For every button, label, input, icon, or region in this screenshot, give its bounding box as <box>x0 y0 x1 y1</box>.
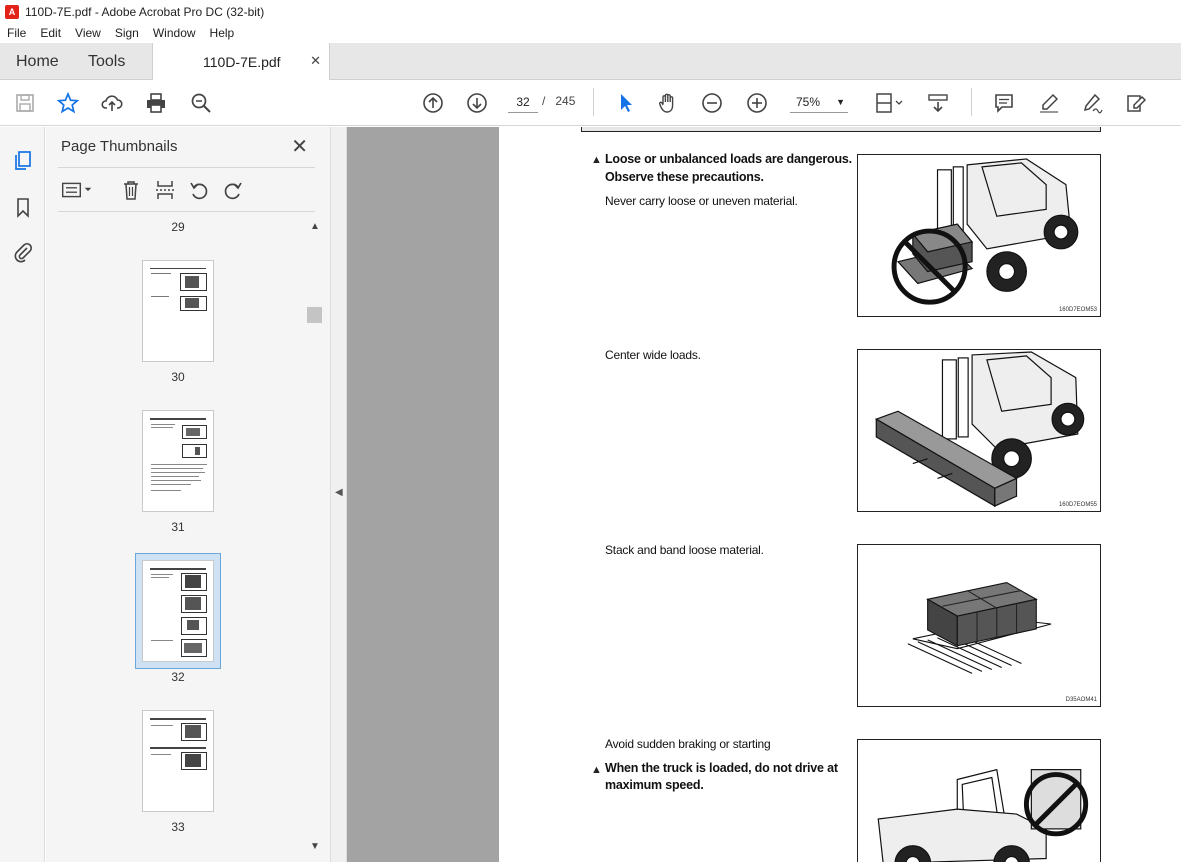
title-bar: A 110D-7E.pdf - Adobe Acrobat Pro DC (32… <box>0 0 1181 23</box>
previous-page-icon[interactable] <box>421 91 445 115</box>
rotate-left-icon[interactable] <box>188 177 210 203</box>
next-page-icon[interactable] <box>465 91 489 115</box>
thumbnail-list: 29 30 31 32 33 <box>58 217 308 857</box>
star-icon[interactable] <box>56 91 80 115</box>
document-background <box>347 127 499 862</box>
scroll-up-icon[interactable]: ▲ <box>310 221 320 232</box>
main-toolbar: 32 / 245 75% ▼ <box>0 80 1181 126</box>
section-text: Never carry loose or uneven material. <box>605 194 798 208</box>
section-heading: maximum speed. <box>605 778 704 792</box>
zoom-in-icon[interactable] <box>745 91 769 115</box>
panel-divider <box>58 211 315 212</box>
page-header-bar <box>581 127 1101 132</box>
figure-code: 160D7EOM55 <box>1058 502 1097 508</box>
thumbnail-label: 33 <box>171 820 185 834</box>
page-thumbnails-icon[interactable] <box>10 147 36 173</box>
zoom-out-icon[interactable] <box>700 91 724 115</box>
section-heading: When the truck is loaded, do not drive a… <box>605 761 838 775</box>
thumbnail-label: 31 <box>171 520 185 534</box>
section-text: Stack and band loose material. <box>605 543 764 557</box>
figure-code: 160D7EOM53 <box>1058 307 1097 313</box>
page-number-input[interactable]: 32 <box>508 91 538 113</box>
sign-pen-icon[interactable] <box>1080 91 1104 115</box>
page-count: / 245 <box>542 94 576 108</box>
extract-page-icon[interactable] <box>154 177 176 203</box>
thumbnail-page[interactable] <box>142 410 214 512</box>
scroll-down-icon[interactable]: ▼ <box>310 841 320 852</box>
thumbnail-page[interactable] <box>142 260 214 362</box>
upload-cloud-icon[interactable] <box>100 91 124 115</box>
rotate-right-icon[interactable] <box>222 177 244 203</box>
window-title: 110D-7E.pdf - Adobe Acrobat Pro DC (32-b… <box>25 4 265 19</box>
menu-edit[interactable]: Edit <box>33 26 68 40</box>
edit-pdf-icon[interactable] <box>1124 91 1148 115</box>
scrollbar-thumb[interactable] <box>307 307 322 323</box>
thumbnail-page[interactable] <box>142 710 214 812</box>
tab-document[interactable]: 110D-7E.pdf ✕ <box>152 43 330 80</box>
bookmark-icon[interactable] <box>10 194 36 220</box>
toolbar-divider <box>971 88 972 116</box>
panel-splitter[interactable]: ◀ <box>330 127 347 862</box>
forklift-speed-figure <box>857 739 1101 862</box>
tab-home[interactable]: Home <box>16 43 59 80</box>
select-cursor-icon[interactable] <box>614 91 638 115</box>
tab-tools[interactable]: Tools <box>88 43 125 80</box>
chevron-down-icon: ▼ <box>836 97 845 107</box>
figure-code: D35AOM41 <box>1065 697 1097 703</box>
section-text: Center wide loads. <box>605 348 701 362</box>
document-tab-label: 110D-7E.pdf <box>203 54 281 70</box>
pallet-figure: D35AOM41 <box>857 544 1101 707</box>
collapse-panel-icon[interactable]: ◀ <box>335 487 343 498</box>
attachment-icon[interactable] <box>10 239 36 265</box>
hand-tool-icon[interactable] <box>656 91 680 115</box>
warning-triangle-icon: ▲ <box>591 764 602 776</box>
menu-sign[interactable]: Sign <box>108 26 146 40</box>
forklift-figure: 160D7EOM53 <box>857 154 1101 317</box>
left-rail <box>0 127 45 862</box>
thumbnail-label: 30 <box>171 370 185 384</box>
zoom-search-icon[interactable] <box>189 91 213 115</box>
menu-window[interactable]: Window <box>146 26 203 40</box>
thumbnail-label: 32 <box>171 670 185 684</box>
acrobat-icon: A <box>5 4 19 19</box>
delete-page-icon[interactable] <box>120 177 142 203</box>
zoom-select[interactable]: 75% ▼ <box>790 91 848 113</box>
highlight-pen-icon[interactable] <box>1037 91 1061 115</box>
menu-view[interactable]: View <box>68 26 108 40</box>
warning-triangle-icon: ▲ <box>591 154 602 166</box>
save-icon[interactable] <box>13 91 37 115</box>
section-text: Avoid sudden braking or starting <box>605 737 771 751</box>
section-heading: Observe these precautions. <box>605 170 764 184</box>
comment-icon[interactable] <box>992 91 1016 115</box>
thumbnail-page-selected[interactable] <box>142 560 214 662</box>
tab-bar: Home Tools 110D-7E.pdf ✕ <box>0 43 1181 80</box>
panel-title: Page Thumbnails <box>61 138 178 155</box>
fit-page-icon[interactable] <box>872 91 906 115</box>
scroll-mode-icon[interactable] <box>926 91 950 115</box>
pdf-page: ▲ Loose or unbalanced loads are dangerou… <box>499 127 1181 862</box>
menu-file[interactable]: File <box>0 26 33 40</box>
panel-divider <box>58 167 315 168</box>
toolbar-divider <box>593 88 594 116</box>
thumbnail-panel: Page Thumbnails ✕ 29 30 31 32 33 ▲ ▼ <box>46 127 330 862</box>
options-menu-icon[interactable] <box>60 177 94 203</box>
section-heading: Loose or unbalanced loads are dangerous. <box>605 152 852 166</box>
thumbnail-label: 29 <box>171 220 185 234</box>
close-panel-icon[interactable]: ✕ <box>291 134 308 159</box>
print-icon[interactable] <box>144 91 168 115</box>
forklift-figure: 160D7EOM55 <box>857 349 1101 512</box>
menu-bar: File Edit View Sign Window Help <box>0 23 1181 43</box>
close-tab-icon[interactable]: ✕ <box>310 53 321 69</box>
menu-help[interactable]: Help <box>203 26 242 40</box>
